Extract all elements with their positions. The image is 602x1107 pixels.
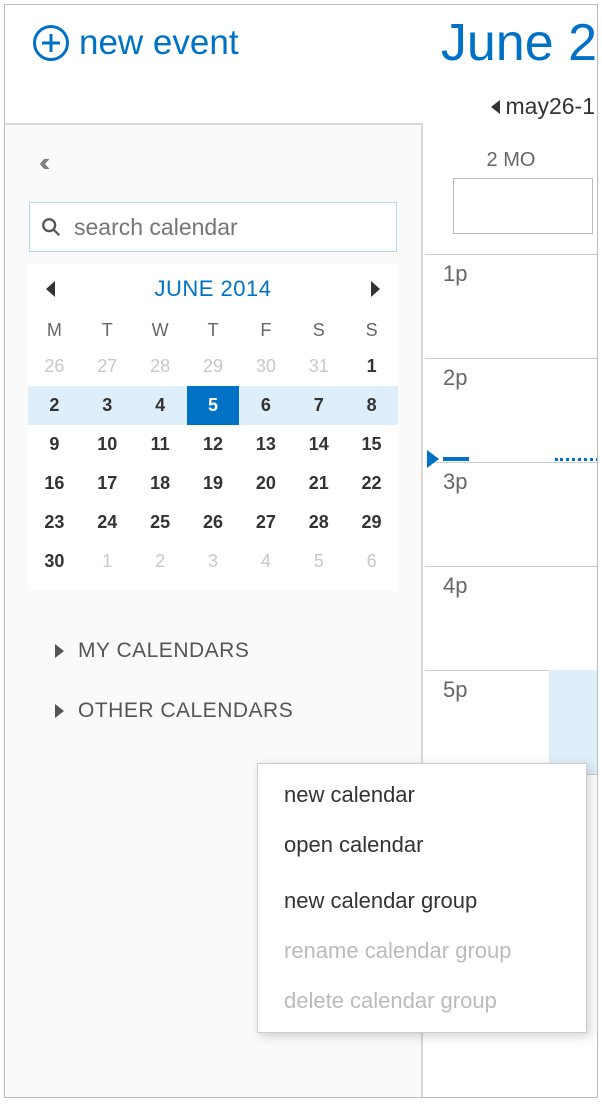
mini-calendar-day[interactable]: 18: [134, 464, 187, 503]
mini-calendar-day[interactable]: 14: [292, 425, 345, 464]
chevron-left-icon: [491, 100, 500, 114]
mini-calendar-dow: T: [187, 314, 240, 347]
page-title: June 2: [441, 13, 597, 73]
mini-calendar-day[interactable]: 24: [81, 503, 134, 542]
mini-calendar-day[interactable]: 6: [345, 542, 398, 581]
date-range-nav[interactable]: may26-1: [491, 93, 595, 120]
mini-calendar-day[interactable]: 2: [134, 542, 187, 581]
my-calendars-label: MY CALENDARS: [78, 639, 249, 663]
my-calendars-group[interactable]: MY CALENDARS: [5, 621, 421, 681]
mini-calendar-day[interactable]: 5: [187, 386, 240, 425]
mini-calendar-day[interactable]: 17: [81, 464, 134, 503]
new-event-button[interactable]: new event: [33, 23, 239, 63]
mini-calendar-dow: T: [81, 314, 134, 347]
mini-calendar-dow: M: [28, 314, 81, 347]
menu-rename-calendar-group: rename calendar group: [258, 926, 586, 976]
time-line-dashed: [555, 458, 598, 461]
time-slot[interactable]: 3p: [425, 462, 597, 566]
mini-calendar-day[interactable]: 11: [134, 425, 187, 464]
mini-calendar-day[interactable]: 10: [81, 425, 134, 464]
mini-calendar-day[interactable]: 30: [28, 542, 81, 581]
mini-calendar-day[interactable]: 6: [239, 386, 292, 425]
mini-calendar-day[interactable]: 22: [345, 464, 398, 503]
context-menu: new calendar open calendar new calendar …: [257, 763, 587, 1033]
mini-calendar-day[interactable]: 27: [81, 347, 134, 386]
mini-calendar: JUNE 2014 MTWTFSS 2627282930311234567891…: [28, 264, 398, 591]
time-line: [443, 457, 469, 461]
all-day-cell[interactable]: [453, 178, 593, 234]
mini-calendar-dow: W: [134, 314, 187, 347]
mini-calendar-day[interactable]: 26: [28, 347, 81, 386]
menu-new-calendar[interactable]: new calendar: [258, 770, 586, 820]
day-column-header: 2 MO: [425, 125, 597, 178]
current-time-indicator: [427, 450, 598, 468]
mini-calendar-day[interactable]: 2: [28, 386, 81, 425]
mini-calendar-day[interactable]: 4: [239, 542, 292, 581]
mini-calendar-title: JUNE 2014: [154, 276, 271, 302]
mini-calendar-day[interactable]: 7: [292, 386, 345, 425]
mini-calendar-day[interactable]: 1: [345, 347, 398, 386]
date-range-label: may26-1: [506, 93, 595, 120]
mini-calendar-day[interactable]: 25: [134, 503, 187, 542]
chevron-right-icon: [55, 704, 64, 718]
time-slot[interactable]: 4p: [425, 566, 597, 670]
mini-calendar-day[interactable]: 13: [239, 425, 292, 464]
mini-calendar-day[interactable]: 30: [239, 347, 292, 386]
time-slot[interactable]: 2p: [425, 358, 597, 462]
mini-calendar-dow: F: [239, 314, 292, 347]
other-calendars-label: OTHER CALENDARS: [78, 699, 293, 723]
mini-calendar-day[interactable]: 20: [239, 464, 292, 503]
menu-delete-calendar-group: delete calendar group: [258, 976, 586, 1026]
search-icon: [40, 216, 62, 238]
mini-calendar-day[interactable]: 19: [187, 464, 240, 503]
mini-calendar-day[interactable]: 21: [292, 464, 345, 503]
search-calendar[interactable]: [29, 202, 397, 252]
mini-calendar-day[interactable]: 29: [345, 503, 398, 542]
new-event-label: new event: [79, 23, 239, 63]
mini-calendar-day[interactable]: 9: [28, 425, 81, 464]
search-input[interactable]: [74, 214, 386, 241]
mini-calendar-day[interactable]: 26: [187, 503, 240, 542]
mini-calendar-dow: S: [292, 314, 345, 347]
next-month-button[interactable]: [371, 281, 380, 297]
menu-open-calendar[interactable]: open calendar: [258, 820, 586, 870]
time-caret-icon: [427, 450, 439, 468]
mini-calendar-day[interactable]: 28: [134, 347, 187, 386]
mini-calendar-day[interactable]: 15: [345, 425, 398, 464]
mini-calendar-day[interactable]: 29: [187, 347, 240, 386]
mini-calendar-dow: S: [345, 314, 398, 347]
plus-icon: [33, 25, 69, 61]
mini-calendar-day[interactable]: 3: [187, 542, 240, 581]
time-slot[interactable]: 1p: [425, 254, 597, 358]
mini-calendar-day[interactable]: 3: [81, 386, 134, 425]
mini-calendar-day[interactable]: 16: [28, 464, 81, 503]
mini-calendar-day[interactable]: 4: [134, 386, 187, 425]
mini-calendar-day[interactable]: 8: [345, 386, 398, 425]
mini-calendar-day[interactable]: 28: [292, 503, 345, 542]
mini-calendar-day[interactable]: 1: [81, 542, 134, 581]
mini-calendar-day[interactable]: 5: [292, 542, 345, 581]
other-calendars-group[interactable]: OTHER CALENDARS: [5, 681, 421, 741]
collapse-sidebar-button[interactable]: ‹‹: [5, 125, 421, 184]
mini-calendar-day[interactable]: 12: [187, 425, 240, 464]
mini-calendar-day[interactable]: 27: [239, 503, 292, 542]
appointment-block[interactable]: [549, 670, 597, 774]
chevron-right-icon: [55, 644, 64, 658]
mini-calendar-day[interactable]: 31: [292, 347, 345, 386]
mini-calendar-day[interactable]: 23: [28, 503, 81, 542]
prev-month-button[interactable]: [46, 281, 55, 297]
menu-new-calendar-group[interactable]: new calendar group: [258, 876, 586, 926]
